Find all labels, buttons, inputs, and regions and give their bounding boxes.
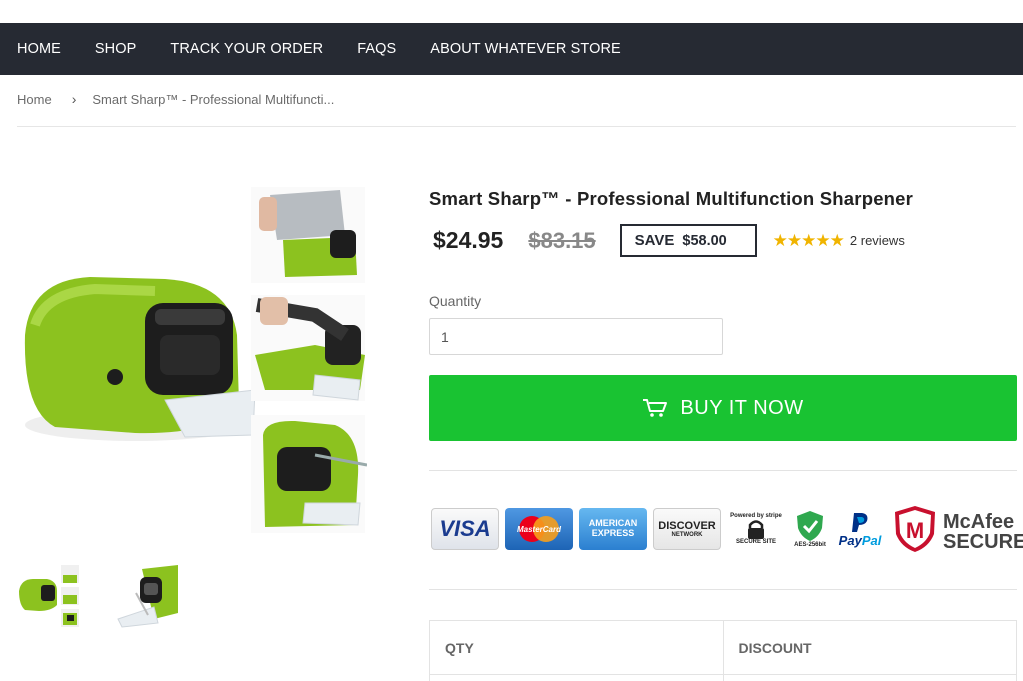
reviews-count[interactable]: 2 reviews <box>850 233 905 248</box>
star-icon: ★ <box>801 230 816 250</box>
visa-logo: VISA <box>431 508 499 550</box>
aes-shield-icon: AES-256bit <box>791 508 829 550</box>
nav-track-order[interactable]: TRACK YOUR ORDER <box>170 41 323 57</box>
stripe-secure-logo: Powered by stripe SECURE SITE <box>727 508 785 550</box>
save-label: SAVE <box>634 232 675 249</box>
save-badge: SAVE $58.00 <box>619 224 757 257</box>
payment-badges: VISA MasterCard AMERICAN EXPRESS DISCOVER… <box>431 503 1023 555</box>
mcafee-secure-logo: M McAfee SECURE <box>891 506 1023 553</box>
breadcrumb: Home › Smart Sharp™ - Professional Multi… <box>17 91 334 107</box>
product-thumbnails <box>17 563 178 629</box>
thumbnail-1[interactable] <box>17 563 81 629</box>
chevron-right-icon: › <box>71 91 77 107</box>
divider <box>429 470 1017 471</box>
amex-logo: AMERICAN EXPRESS <box>579 508 647 550</box>
breadcrumb-current: Smart Sharp™ - Professional Multifuncti.… <box>92 91 335 107</box>
svg-text:M: M <box>906 518 924 543</box>
nav-about[interactable]: ABOUT WHATEVER STORE <box>430 41 621 57</box>
table-header-discount: DISCOUNT <box>722 621 1017 681</box>
star-icon: ★ <box>772 230 788 250</box>
nav-home[interactable]: HOME <box>17 41 61 57</box>
price-row: $24.95 $83.15 SAVE $58.00 ★ ★ ★ ★ ★ 2 re… <box>429 224 905 257</box>
breadcrumb-home[interactable]: Home <box>17 92 52 107</box>
buy-it-now-label: BUY IT NOW <box>680 396 804 419</box>
sale-price: $24.95 <box>433 227 504 253</box>
table-divider <box>430 674 1016 675</box>
svg-text:MasterCard: MasterCard <box>517 525 562 534</box>
cart-icon <box>642 398 668 418</box>
buy-it-now-button[interactable]: BUY IT NOW <box>429 375 1017 441</box>
compare-price: $83.15 <box>528 227 596 253</box>
svg-text:SECURE: SECURE <box>943 531 1023 553</box>
product-title: Smart Sharp™ - Professional Multifunctio… <box>429 188 914 209</box>
thumbnail-2[interactable] <box>114 563 178 629</box>
nav-faqs[interactable]: FAQS <box>357 41 396 57</box>
product-main-image[interactable] <box>15 185 367 537</box>
star-icon: ★ <box>815 230 830 250</box>
svg-text:McAfee: McAfee <box>943 511 1014 533</box>
breadcrumb-divider <box>17 126 1016 127</box>
rating[interactable]: ★ ★ ★ ★ ★ 2 reviews <box>773 231 905 251</box>
quantity-label: Quantity <box>429 293 482 309</box>
nav-shop[interactable]: SHOP <box>95 41 137 57</box>
table-header-qty: QTY <box>445 640 474 656</box>
star-icon: ★ <box>829 230 845 250</box>
paypal-logo: PayPal <box>835 508 885 550</box>
mastercard-logo: MasterCard <box>505 508 573 550</box>
divider <box>429 589 1017 590</box>
main-nav: HOME SHOP TRACK YOUR ORDER FAQS ABOUT WH… <box>0 23 1023 75</box>
quantity-input[interactable] <box>429 318 723 355</box>
discover-logo: DISCOVER NETWORK <box>653 508 721 550</box>
save-amount: $58.00 <box>682 232 727 249</box>
discount-table: QTY DISCOUNT <box>429 620 1017 681</box>
star-icon: ★ <box>786 230 802 250</box>
